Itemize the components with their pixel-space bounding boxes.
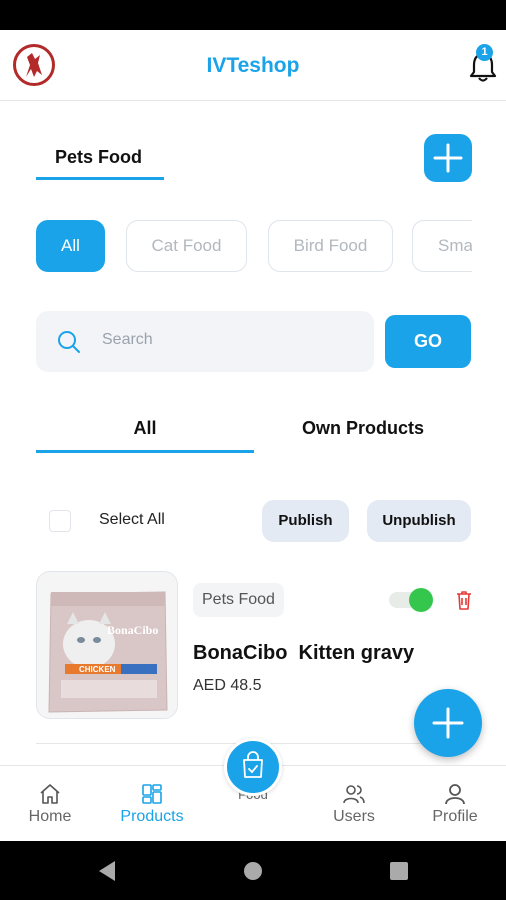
- delete-trash-icon[interactable]: [454, 589, 474, 611]
- home-icon: [40, 784, 60, 804]
- recents-icon[interactable]: [390, 862, 408, 880]
- filter-chip-row: All Cat Food Bird Food Small Pets: [0, 220, 472, 272]
- product-category-badge: Pets Food: [193, 583, 284, 617]
- users-icon: [343, 785, 365, 804]
- chip-cat-food[interactable]: Cat Food: [126, 220, 247, 272]
- chip-small-pets[interactable]: Small Pets: [412, 220, 472, 272]
- chip-bird-food[interactable]: Bird Food: [268, 220, 393, 272]
- unpublish-button[interactable]: Unpublish: [367, 500, 471, 542]
- nav-home-label: Home: [28, 808, 72, 825]
- system-nav-bar: [0, 841, 506, 900]
- nav-users-label: Users: [333, 808, 375, 825]
- notification-badge: 1: [476, 44, 493, 61]
- profile-icon: [445, 784, 465, 805]
- tab-pets-food-label: Pets Food: [55, 147, 143, 167]
- product-image-flavor: CHICKEN: [79, 665, 116, 674]
- publish-button[interactable]: Publish: [262, 500, 349, 542]
- back-icon[interactable]: [99, 861, 115, 881]
- product-image-brand: BonaCibo: [107, 623, 158, 637]
- nav-profile[interactable]: Profile: [410, 766, 500, 842]
- select-all-label: Select All: [99, 511, 165, 528]
- home-circle-icon[interactable]: [244, 862, 262, 880]
- nav-products-label: Products: [120, 808, 184, 825]
- search-input[interactable]: [102, 327, 352, 353]
- tab-own-products[interactable]: Own Products: [254, 410, 472, 453]
- products-icon: [142, 784, 162, 804]
- app-title: IVTeshop: [206, 54, 300, 77]
- add-product-fab[interactable]: [414, 689, 482, 757]
- nav-products[interactable]: Products: [107, 766, 197, 842]
- shopping-bag-icon: [243, 751, 263, 778]
- select-all-checkbox[interactable]: [49, 510, 71, 532]
- search-icon: [58, 331, 80, 353]
- app-bar: IVTeshop 1: [0, 30, 506, 101]
- search-bar: [36, 311, 374, 372]
- add-category-button[interactable]: [424, 134, 472, 182]
- tab-pets-food[interactable]: Pets Food: [36, 144, 164, 180]
- product-image[interactable]: BonaCibo CHICKEN: [36, 571, 178, 719]
- tab-all-products[interactable]: All: [36, 410, 254, 453]
- chip-all[interactable]: All: [36, 220, 105, 272]
- plus-icon: [432, 707, 464, 739]
- nav-home[interactable]: Home: [5, 766, 95, 842]
- product-name[interactable]: BonaCibo Kitten gravy: [193, 642, 414, 665]
- nav-profile-label: Profile: [432, 808, 478, 825]
- status-bar: [0, 0, 506, 30]
- product-price: AED 48.5: [193, 677, 262, 694]
- plus-icon: [433, 143, 463, 173]
- nav-food-center-button[interactable]: [224, 738, 282, 796]
- go-button[interactable]: GO: [385, 315, 471, 368]
- nav-users[interactable]: Users: [309, 766, 399, 842]
- publish-toggle[interactable]: [389, 588, 435, 612]
